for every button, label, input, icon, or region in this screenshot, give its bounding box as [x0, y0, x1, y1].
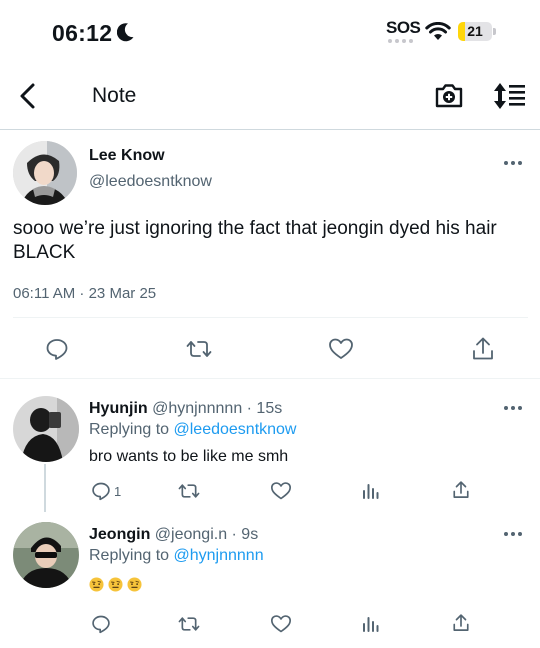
- face-with-raised-eyebrow-icon: [108, 577, 123, 592]
- reply-item: Jeongin @jeongi.n · 9s Replying to @hynj…: [0, 510, 540, 648]
- author-handle[interactable]: @leedoesntknow: [89, 173, 212, 191]
- back-icon[interactable]: [16, 81, 40, 111]
- battery-indicator: 21: [458, 22, 496, 41]
- reply-text: bro wants to be like me smh: [89, 448, 289, 465]
- retweet-icon[interactable]: [186, 337, 212, 361]
- sos-indicator: SOS: [386, 18, 421, 43]
- like-icon[interactable]: [328, 337, 354, 361]
- tweet-text: sooo we’re just ignoring the fact that j…: [13, 218, 497, 263]
- status-bar: 06:12 SOS 21: [0, 0, 540, 64]
- divider: [13, 317, 528, 318]
- more-options-icon[interactable]: [503, 404, 523, 412]
- reply-author-name[interactable]: Jeongin: [89, 526, 150, 543]
- like-icon[interactable]: [270, 614, 292, 634]
- reply-meta: @hynjnnnnn · 15s: [152, 400, 283, 417]
- share-icon[interactable]: [471, 336, 495, 362]
- tweet-timestamp: 06:11 AM · 23 Mar 25: [13, 285, 157, 302]
- avatar[interactable]: [13, 141, 77, 205]
- share-icon[interactable]: [452, 613, 470, 633]
- replying-to: Replying to @leedoesntknow: [89, 421, 296, 439]
- replying-label: Replying to: [89, 547, 170, 564]
- replying-to-mention[interactable]: @leedoesntknow: [174, 421, 297, 438]
- replying-to-mention[interactable]: @hynjnnnnn: [174, 547, 264, 564]
- share-icon[interactable]: [452, 480, 470, 500]
- sos-label: SOS: [386, 18, 421, 37]
- page-title: Note: [92, 84, 137, 107]
- status-time: 06:12: [52, 20, 113, 46]
- face-with-raised-eyebrow-icon: [127, 577, 142, 592]
- reply-header: Hyunjin @hynjnnnnn · 15s: [89, 400, 282, 418]
- signal-dots: [388, 39, 420, 43]
- author-name[interactable]: Lee Know: [89, 147, 165, 165]
- reply-item: Hyunjin @hynjnnnnn · 15s Replying to @le…: [0, 380, 540, 510]
- face-with-raised-eyebrow-icon: [89, 577, 104, 592]
- sort-order-icon[interactable]: [493, 81, 527, 111]
- retweet-icon[interactable]: [178, 614, 200, 634]
- views-icon[interactable]: [362, 482, 380, 500]
- reply-meta: @jeongi.n · 9s: [154, 526, 259, 543]
- avatar[interactable]: [13, 396, 79, 462]
- more-options-icon[interactable]: [503, 159, 523, 167]
- replying-to: Replying to @hynjnnnnn: [89, 547, 264, 565]
- battery-percent: 21: [467, 23, 483, 39]
- moon-icon: [117, 23, 134, 42]
- reply-header: Jeongin @jeongi.n · 9s: [89, 526, 258, 544]
- nav-bar: Note: [0, 64, 540, 130]
- main-tweet: Lee Know @leedoesntknow sooo we’re just …: [0, 131, 540, 379]
- reply-author-name[interactable]: Hyunjin: [89, 400, 148, 417]
- retweet-icon[interactable]: [178, 481, 200, 501]
- replying-label: Replying to: [89, 421, 170, 438]
- reply-icon[interactable]: [91, 481, 111, 501]
- avatar[interactable]: [13, 522, 79, 588]
- camera-add-icon[interactable]: [434, 80, 464, 110]
- views-icon[interactable]: [362, 615, 380, 633]
- reply-count: 1: [114, 484, 122, 499]
- reply-icon[interactable]: [45, 337, 69, 361]
- wifi-icon: [425, 22, 451, 40]
- like-icon[interactable]: [270, 481, 292, 501]
- emoji-row: [89, 577, 142, 592]
- reply-icon[interactable]: [91, 614, 111, 634]
- more-options-icon[interactable]: [503, 530, 523, 538]
